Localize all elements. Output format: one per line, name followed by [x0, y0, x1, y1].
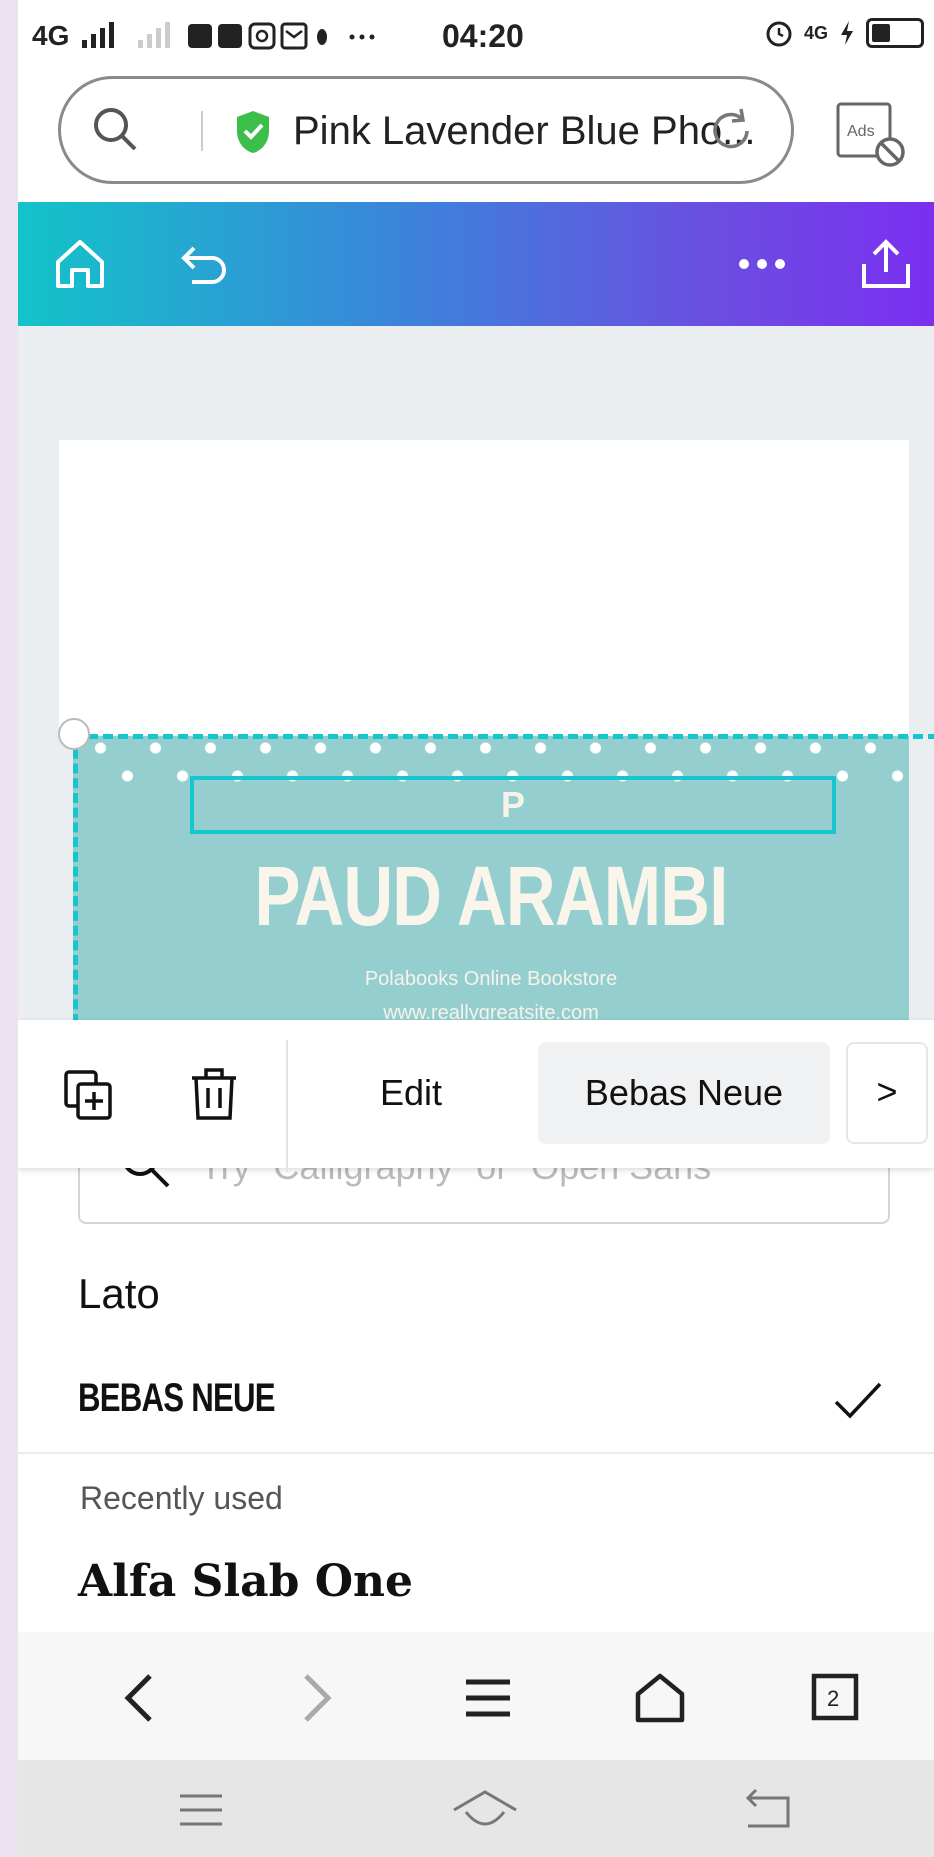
- more-options-icon[interactable]: [734, 236, 794, 292]
- next-tool-button[interactable]: >: [846, 1042, 928, 1144]
- svg-text:Ads: Ads: [847, 123, 875, 140]
- design-headline[interactable]: PAUD ARAMBI: [148, 848, 834, 945]
- font-option-bebas-neue[interactable]: BEBAS NEUE: [78, 1376, 276, 1421]
- design-page-white[interactable]: [59, 440, 909, 736]
- ad-block-icon: Ads: [836, 102, 905, 167]
- phone-screen: 4G 04:20 4G Pink Lavender Blue Pho... Ad…: [18, 0, 934, 1857]
- signal-bars-2-icon: [138, 22, 170, 48]
- network-type: 4G: [803, 22, 828, 43]
- font-selector-button[interactable]: Bebas Neue: [538, 1042, 830, 1144]
- text-toolbar: Edit Bebas Neue >: [18, 1020, 934, 1172]
- undo-icon[interactable]: [176, 236, 232, 292]
- page-title[interactable]: Pink Lavender Blue Pho...: [293, 109, 756, 154]
- system-nav-bar: [18, 1760, 934, 1857]
- clock: 04:20: [442, 18, 524, 54]
- menu-icon[interactable]: [460, 1670, 516, 1726]
- address-bar[interactable]: Pink Lavender Blue Pho...: [58, 76, 794, 184]
- toolbar-divider: [286, 1040, 288, 1172]
- browser-nav-bar: 2: [18, 1632, 934, 1760]
- checkmark-icon: [834, 1382, 882, 1419]
- back-icon[interactable]: [114, 1670, 170, 1726]
- search-icon[interactable]: [91, 105, 141, 155]
- design-subtitle[interactable]: Polabooks Online Bookstore: [73, 968, 909, 991]
- delete-icon[interactable]: [188, 1066, 240, 1122]
- notification-icons: [188, 22, 375, 50]
- duplicate-icon[interactable]: [62, 1068, 118, 1124]
- resize-handle[interactable]: [58, 718, 90, 750]
- forward-icon[interactable]: [286, 1670, 342, 1726]
- font-option-alfa-slab-one[interactable]: Alfa Slab One: [78, 1556, 413, 1607]
- svg-text:2: 2: [827, 1686, 839, 1711]
- edit-button[interactable]: Edit: [380, 1072, 442, 1114]
- secure-shield-icon: [237, 111, 269, 153]
- divider: [201, 111, 203, 151]
- charging-icon: [841, 21, 853, 45]
- alarm-icon: [766, 21, 792, 47]
- recently-used-heading: Recently used: [80, 1480, 283, 1516]
- battery-icon: [866, 18, 924, 48]
- status-bar: 4G 04:20 4G: [18, 0, 934, 70]
- home-icon[interactable]: [52, 236, 108, 292]
- reload-icon[interactable]: [707, 107, 755, 155]
- system-back-icon[interactable]: [742, 1788, 794, 1832]
- system-home-icon[interactable]: [450, 1788, 520, 1832]
- font-option-lato[interactable]: Lato: [78, 1270, 160, 1318]
- tabs-icon[interactable]: 2: [808, 1670, 864, 1726]
- status-right: 4G: [764, 18, 924, 48]
- selected-text-box[interactable]: P: [190, 776, 836, 834]
- divider: [18, 1452, 934, 1454]
- signal-indicator: 4G: [32, 20, 70, 51]
- signal-bars-icon: [82, 22, 114, 48]
- editor-toolbar: [18, 202, 934, 326]
- share-icon[interactable]: [858, 236, 914, 292]
- home-icon[interactable]: [632, 1670, 688, 1726]
- ad-block-button[interactable]: Ads: [836, 100, 906, 170]
- recent-apps-icon[interactable]: [176, 1788, 226, 1832]
